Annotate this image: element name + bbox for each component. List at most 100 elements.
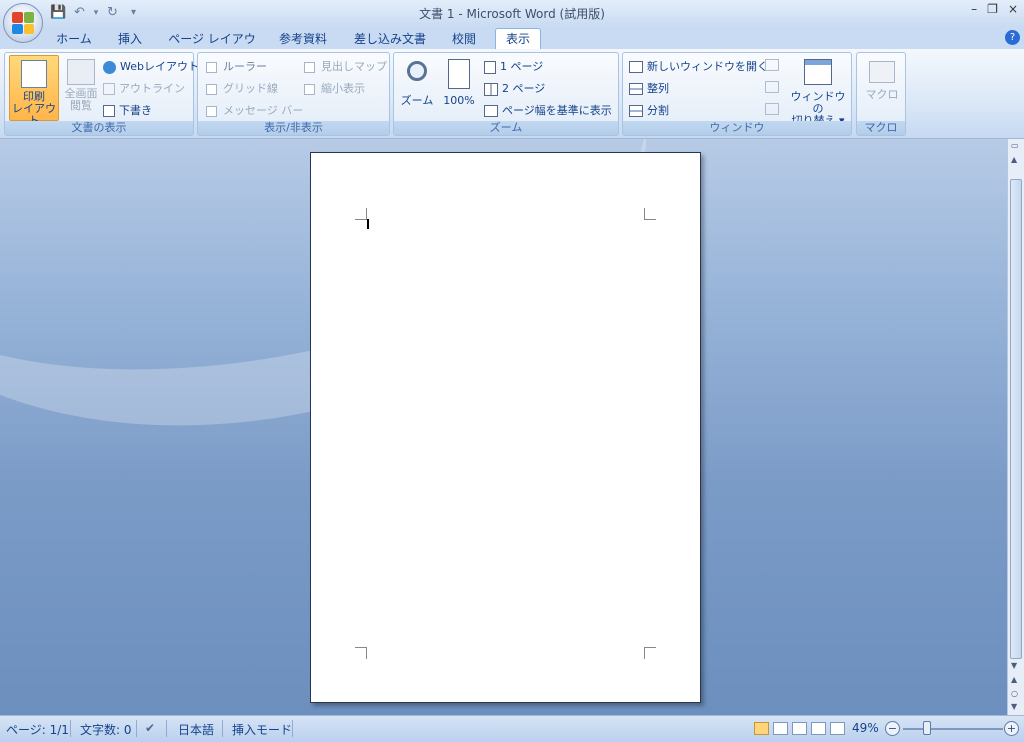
restore-icon[interactable]: ❐ (987, 2, 998, 16)
split-label: 分割 (647, 104, 669, 117)
tab-references[interactable]: 参考資料 (272, 30, 334, 49)
zoom-label: ズーム (400, 94, 434, 107)
message-bar-checkbox[interactable]: メッセージ バー (206, 102, 303, 118)
full-screen-reading-button[interactable]: 全画面 閲覧 (61, 55, 101, 121)
ribbon: 印刷 レイアウト 全画面 閲覧 Webレイアウト アウトライン 下書き 文書の表… (0, 49, 1024, 139)
language-indicator[interactable]: 日本語 (178, 721, 214, 738)
group-window: 新しいウィンドウを開く 整列 分割 ウィンドウの 切り替え ▾ ウィンドウ (622, 52, 852, 136)
ribbon-tabs: ホーム 挿入 ページ レイアウト 参考資料 差し込み文書 校閲 表示 ? (0, 27, 1024, 65)
status-bar: ページ: 1/1 文字数: 0 ✔ 日本語 挿入モード 49% − + (0, 715, 1024, 742)
window-controls: – ❐ × (971, 2, 1018, 16)
split-icon (629, 105, 643, 117)
reset-window-position-icon[interactable] (765, 103, 779, 115)
status-divider (136, 720, 137, 737)
arrange-all-icon (629, 83, 643, 95)
page-width-icon (484, 105, 498, 117)
print-layout-button[interactable]: 印刷 レイアウト (9, 55, 59, 127)
insert-mode-indicator[interactable]: 挿入モード (232, 721, 292, 738)
zoom-button[interactable]: ズーム (398, 55, 436, 121)
switch-windows-label-1: ウィンドウの (790, 90, 846, 115)
page-count[interactable]: ページ: 1/1 (6, 721, 69, 738)
zoom-slider-thumb[interactable] (923, 721, 931, 735)
tab-view[interactable]: 表示 (495, 28, 541, 50)
switch-windows-icon (804, 59, 832, 85)
full-screen-view-icon[interactable] (773, 722, 788, 735)
previous-page-icon[interactable]: ▲ (1011, 675, 1017, 684)
outline-button[interactable]: アウトライン (103, 80, 185, 96)
split-button[interactable]: 分割 (629, 102, 669, 118)
zoom-level[interactable]: 49% (852, 721, 879, 735)
thumbnails-checkbox[interactable]: 縮小表示 (304, 80, 365, 96)
arrange-all-label: 整列 (647, 82, 669, 95)
document-workspace (0, 139, 1007, 715)
magnifier-icon (407, 61, 427, 81)
draft-icon (103, 105, 115, 117)
tab-page-layout[interactable]: ページ レイアウト (164, 30, 260, 65)
gridlines-checkbox[interactable]: グリッド線 (206, 80, 278, 96)
office-logo-icon (12, 12, 34, 34)
zoom-in-icon[interactable]: + (1004, 721, 1019, 736)
tab-review[interactable]: 校閲 (444, 30, 484, 49)
ruler-label: ルーラー (223, 60, 267, 73)
document-map-check-icon (304, 61, 315, 73)
two-pages-icon (484, 82, 498, 96)
macro-label: マクロ (865, 88, 899, 101)
scroll-thumb[interactable] (1010, 179, 1022, 659)
macro-icon (869, 61, 895, 83)
web-layout-button[interactable]: Webレイアウト (103, 58, 199, 74)
ruler-check-icon (206, 61, 217, 73)
scroll-up-icon[interactable]: ▲ (1011, 155, 1017, 164)
scroll-down-icon[interactable]: ▼ (1011, 661, 1017, 670)
arrange-all-button[interactable]: 整列 (629, 80, 669, 96)
ruler-toggle-icon[interactable]: ▭ (1011, 141, 1019, 150)
document-page[interactable] (310, 152, 701, 703)
tab-home[interactable]: ホーム (52, 30, 96, 49)
page-width-button[interactable]: ページ幅を基準に表示 (484, 102, 612, 118)
view-side-by-side-icon[interactable] (765, 59, 779, 71)
draft-button[interactable]: 下書き (103, 102, 152, 118)
one-page-button[interactable]: 1 ページ (484, 58, 543, 74)
outline-view-icon[interactable] (811, 722, 826, 735)
ruler-checkbox[interactable]: ルーラー (206, 58, 267, 74)
tab-mailings[interactable]: 差し込み文書 (348, 30, 432, 49)
minimize-icon[interactable]: – (971, 2, 977, 16)
crop-mark-top-right (644, 208, 656, 220)
message-bar-label: メッセージ バー (223, 104, 304, 117)
help-icon[interactable]: ? (1005, 30, 1020, 45)
web-layout-view-icon[interactable] (792, 722, 807, 735)
text-cursor (367, 219, 369, 229)
synchronous-scrolling-icon[interactable] (765, 81, 779, 93)
print-layout-view-icon[interactable] (754, 722, 769, 735)
status-divider (70, 720, 71, 737)
gridlines-check-icon (206, 83, 217, 95)
draft-label: 下書き (119, 104, 152, 117)
zoom-slider-track[interactable] (903, 728, 1003, 730)
group-label-show-hide: 表示/非表示 (198, 121, 389, 135)
zoom-100-button[interactable]: 100% (440, 55, 478, 121)
web-layout-icon (103, 60, 116, 74)
status-divider (292, 720, 293, 737)
status-divider (166, 720, 167, 737)
proofing-icon[interactable]: ✔ (145, 721, 155, 735)
message-bar-check-icon (206, 105, 217, 117)
tab-insert[interactable]: 挿入 (110, 30, 150, 49)
next-page-icon[interactable]: ▼ (1011, 702, 1017, 711)
document-map-checkbox[interactable]: 見出しマップ (304, 58, 387, 74)
close-icon[interactable]: × (1008, 2, 1018, 16)
office-button[interactable] (3, 3, 43, 43)
one-page-label: 1 ページ (500, 60, 544, 73)
two-pages-button[interactable]: 2 ページ (484, 80, 545, 96)
switch-windows-button[interactable]: ウィンドウの 切り替え ▾ (787, 55, 849, 127)
zoom-out-icon[interactable]: − (885, 721, 900, 736)
crop-mark-bottom-left (355, 647, 367, 659)
two-pages-label: 2 ページ (502, 82, 546, 95)
word-count[interactable]: 文字数: 0 (80, 721, 132, 738)
full-screen-label-2: 閲覧 (70, 99, 92, 112)
select-browse-object-icon[interactable]: ○ (1011, 689, 1018, 698)
web-layout-label: Webレイアウト (120, 60, 199, 73)
new-window-button[interactable]: 新しいウィンドウを開く (629, 58, 768, 74)
group-macros: マクロ マクロ (856, 52, 906, 136)
draft-view-icon[interactable] (830, 722, 845, 735)
vertical-scrollbar[interactable]: ▭ ▲ ▼ ▲ ○ ▼ (1007, 139, 1024, 715)
macros-button[interactable]: マクロ (861, 55, 903, 121)
